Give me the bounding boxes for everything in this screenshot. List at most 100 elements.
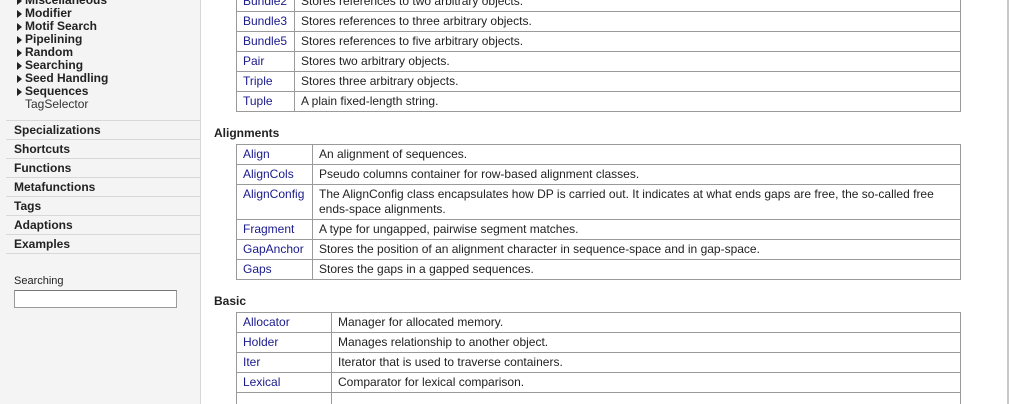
- classes-table-misc: Bundle2 Stores references to two arbitrar…: [236, 0, 961, 112]
- class-link[interactable]: Allocator: [243, 315, 290, 329]
- class-name-cell: Bundle2: [236, 0, 295, 12]
- class-name-cell: Fragment: [236, 219, 313, 240]
- table-row: AlignCols Pseudo columns container for ro…: [236, 164, 961, 185]
- class-name-cell: AlignConfig: [236, 184, 313, 220]
- class-description: Stores references to three arbitrary obj…: [294, 11, 961, 32]
- tree-item-label: Random: [25, 45, 73, 59]
- table-row: Allocator Manager for allocated memory.: [236, 312, 961, 333]
- class-link[interactable]: Fragment: [243, 222, 294, 236]
- class-description: Stores three arbitrary objects.: [294, 71, 961, 92]
- table-row: Align An alignment of sequences.: [236, 144, 961, 165]
- tree-item-label: Pipelining: [25, 32, 83, 46]
- class-link[interactable]: Iter: [243, 355, 260, 369]
- class-link[interactable]: Pair: [243, 54, 264, 68]
- class-name-cell: AlignCols: [236, 164, 313, 185]
- class-link[interactable]: GapAnchor: [243, 242, 304, 256]
- expand-triangle-icon[interactable]: [17, 10, 22, 18]
- class-name-cell: Align: [236, 144, 313, 165]
- class-description: [331, 392, 961, 404]
- class-description: Stores the gaps in a gapped sequences.: [312, 259, 961, 280]
- class-name-cell: Tuple: [236, 91, 295, 112]
- category-item[interactable]: Functions: [6, 158, 200, 177]
- category-nav: Specializations Shortcuts Functions Metafun…: [6, 120, 200, 254]
- table-row: Gaps Stores the gaps in a gapped sequence…: [236, 259, 961, 280]
- main-content: Bundle2 Stores references to two arbitrar…: [202, 0, 1009, 404]
- table-row: Triple Stores three arbitrary objects.: [236, 71, 961, 92]
- tree-item[interactable]: TagSelector: [0, 98, 200, 111]
- table-row: Pair Stores two arbitrary objects.: [236, 51, 961, 72]
- category-item[interactable]: Examples: [6, 234, 200, 254]
- table-row: [236, 392, 961, 404]
- class-link[interactable]: Gaps: [243, 262, 272, 276]
- class-link[interactable]: Holder: [243, 335, 278, 349]
- class-link[interactable]: Bundle2: [243, 0, 287, 8]
- class-name-cell: Triple: [236, 71, 295, 92]
- table-row: Fragment A type for ungapped, pairwise se…: [236, 219, 961, 240]
- table-row: Lexical Comparator for lexical comparison…: [236, 372, 961, 393]
- table-row: Bundle3 Stores references to three arbitr…: [236, 11, 961, 32]
- expand-triangle-icon[interactable]: [17, 0, 22, 5]
- category-item[interactable]: Metafunctions: [6, 177, 200, 196]
- category-item[interactable]: Adaptions: [6, 215, 200, 234]
- tree-item-label: TagSelector: [25, 97, 89, 111]
- class-description: Stores the position of an alignment char…: [312, 239, 961, 260]
- class-name-cell: Iter: [236, 352, 332, 373]
- expand-triangle-icon[interactable]: [17, 23, 22, 31]
- classes-table-alignments: Align An alignment of sequences. AlignCols…: [236, 144, 961, 280]
- category-item[interactable]: Shortcuts: [6, 139, 200, 158]
- class-description: A plain fixed-length string.: [294, 91, 961, 112]
- expand-triangle-icon[interactable]: [17, 75, 22, 83]
- search-input[interactable]: [14, 290, 177, 308]
- class-name-cell: Lexical: [236, 372, 332, 393]
- class-description: Stores references to five arbitrary obje…: [294, 31, 961, 52]
- table-row: GapAnchor Stores the position of an align…: [236, 239, 961, 260]
- class-description: Pseudo columns container for row-based a…: [312, 164, 961, 185]
- class-description: An alignment of sequences.: [312, 144, 961, 165]
- class-name-cell: Gaps: [236, 259, 313, 280]
- section-title-alignments: Alignments: [214, 126, 280, 140]
- class-name-cell: Allocator: [236, 312, 332, 333]
- category-item[interactable]: Specializations: [6, 120, 200, 139]
- class-link[interactable]: Align: [243, 147, 270, 161]
- expand-triangle-icon[interactable]: [17, 36, 22, 44]
- expand-triangle-icon[interactable]: [17, 49, 22, 57]
- tree-item-label: Sequences: [25, 84, 89, 98]
- group-tree: Miscellaneous Modifier Motif Search Pipelin…: [0, 0, 200, 111]
- tree-item-label: Searching: [25, 58, 84, 72]
- tree-item-label: Motif Search: [25, 19, 98, 33]
- class-link[interactable]: AlignConfig: [243, 187, 304, 201]
- tree-item-label: Modifier: [25, 6, 72, 20]
- page: Miscellaneous Modifier Motif Search Pipelin…: [0, 0, 1009, 404]
- class-name-cell: Bundle5: [236, 31, 295, 52]
- class-link[interactable]: Lexical: [243, 375, 280, 389]
- class-link[interactable]: Bundle3: [243, 14, 287, 28]
- table-row: Iter Iterator that is used to traverse co…: [236, 352, 961, 373]
- section-title-basic: Basic: [214, 294, 247, 308]
- class-description: Stores references to two arbitrary objec…: [294, 0, 961, 12]
- class-description: A type for ungapped, pairwise segment ma…: [312, 219, 961, 240]
- class-name-cell: Bundle3: [236, 11, 295, 32]
- search-label: Searching: [14, 275, 64, 287]
- class-description: Stores two arbitrary objects.: [294, 51, 961, 72]
- class-description: Manages relationship to another object.: [331, 332, 961, 353]
- table-row: AlignConfig The AlignConfig class encapsu…: [236, 184, 961, 220]
- class-link[interactable]: AlignCols: [243, 167, 294, 181]
- class-description: Manager for allocated memory.: [331, 312, 961, 333]
- expand-triangle-icon[interactable]: [17, 88, 22, 96]
- class-name-cell: Pair: [236, 51, 295, 72]
- expand-triangle-icon[interactable]: [17, 62, 22, 70]
- table-row: Bundle5 Stores references to five arbitra…: [236, 31, 961, 52]
- class-description: Iterator that is used to traverse contai…: [331, 352, 961, 373]
- sidebar: Miscellaneous Modifier Motif Search Pipelin…: [0, 0, 201, 404]
- tree-item-label: Seed Handling: [25, 71, 109, 85]
- class-name-cell: [236, 392, 332, 404]
- class-link[interactable]: Bundle5: [243, 34, 287, 48]
- table-row: Holder Manages relationship to another ob…: [236, 332, 961, 353]
- table-row: Tuple A plain fixed-length string.: [236, 91, 961, 112]
- category-item[interactable]: Tags: [6, 196, 200, 215]
- table-row: Bundle2 Stores references to two arbitrar…: [236, 0, 961, 12]
- class-name-cell: Holder: [236, 332, 332, 353]
- class-name-cell: GapAnchor: [236, 239, 313, 260]
- class-link[interactable]: Tuple: [243, 94, 273, 108]
- class-link[interactable]: Triple: [243, 74, 273, 88]
